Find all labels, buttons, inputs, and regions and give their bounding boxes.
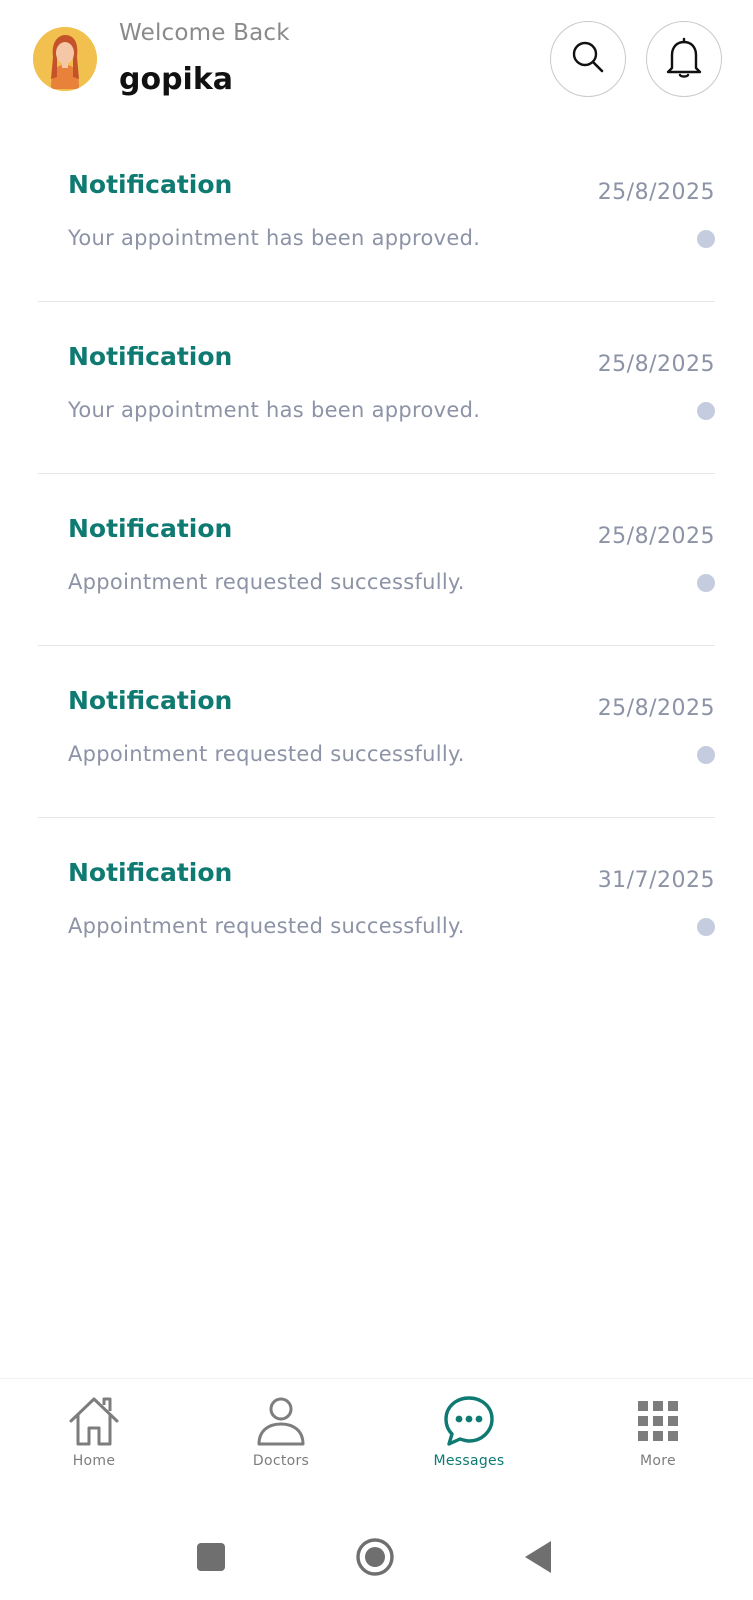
grid-icon bbox=[636, 1393, 680, 1449]
circle-icon bbox=[355, 1537, 395, 1581]
notification-date: 25/8/2025 bbox=[597, 524, 715, 549]
notification-item[interactable]: Notification 25/8/2025 Appointment reque… bbox=[38, 474, 715, 646]
unread-dot-icon bbox=[697, 402, 715, 420]
notification-list: Notification 25/8/2025 Your appointment … bbox=[0, 130, 753, 990]
notification-message: Appointment requested successfully. bbox=[68, 914, 465, 938]
notification-date: 25/8/2025 bbox=[597, 352, 715, 377]
notification-message: Your appointment has been approved. bbox=[68, 398, 481, 422]
nav-item-more[interactable]: More bbox=[598, 1393, 718, 1478]
notifications-button[interactable] bbox=[646, 21, 722, 97]
notification-title: Notification bbox=[68, 170, 233, 199]
home-icon bbox=[66, 1393, 122, 1449]
notification-date: 25/8/2025 bbox=[597, 180, 715, 205]
chat-bubble-icon bbox=[442, 1393, 496, 1449]
person-icon bbox=[255, 1393, 307, 1449]
nav-label-messages: Messages bbox=[433, 1453, 505, 1469]
notification-title: Notification bbox=[68, 342, 233, 371]
notifications-screen: Welcome Back gopika Notification 25/8/20… bbox=[0, 0, 753, 1600]
notification-title: Notification bbox=[68, 514, 233, 543]
unread-dot-icon bbox=[697, 574, 715, 592]
system-nav-bar bbox=[0, 1510, 753, 1600]
notification-item[interactable]: Notification 31/7/2025 Appointment reque… bbox=[38, 818, 715, 990]
search-button[interactable] bbox=[550, 21, 626, 97]
unread-dot-icon bbox=[697, 746, 715, 764]
notification-title: Notification bbox=[68, 686, 233, 715]
back-triangle-icon bbox=[523, 1540, 553, 1578]
notification-message: Appointment requested successfully. bbox=[68, 742, 465, 766]
unread-dot-icon bbox=[697, 918, 715, 936]
notification-item[interactable]: Notification 25/8/2025 Your appointment … bbox=[38, 130, 715, 302]
notification-item[interactable]: Notification 25/8/2025 Your appointment … bbox=[38, 302, 715, 474]
recents-button[interactable] bbox=[181, 1534, 241, 1584]
nav-item-doctors[interactable]: Doctors bbox=[221, 1393, 341, 1478]
search-icon bbox=[570, 39, 606, 79]
nav-item-home[interactable]: Home bbox=[34, 1393, 154, 1478]
system-back-button[interactable] bbox=[508, 1534, 568, 1584]
nav-label-home: Home bbox=[72, 1453, 116, 1469]
system-home-button[interactable] bbox=[345, 1534, 405, 1584]
nav-label-more: More bbox=[640, 1453, 676, 1469]
notification-date: 25/8/2025 bbox=[597, 696, 715, 721]
app-header: Welcome Back gopika bbox=[0, 0, 753, 120]
welcome-text: Welcome Back bbox=[119, 20, 290, 46]
user-name: gopika bbox=[119, 62, 234, 97]
notification-message: Your appointment has been approved. bbox=[68, 226, 481, 250]
bottom-navigation: Home Doctors Messages More bbox=[0, 1378, 753, 1483]
avatar[interactable] bbox=[33, 27, 97, 91]
bell-icon bbox=[664, 35, 704, 83]
notification-date: 31/7/2025 bbox=[597, 868, 715, 893]
nav-item-messages[interactable]: Messages bbox=[409, 1393, 529, 1478]
notification-title: Notification bbox=[68, 858, 233, 887]
unread-dot-icon bbox=[697, 230, 715, 248]
square-icon bbox=[196, 1542, 226, 1576]
notification-message: Appointment requested successfully. bbox=[68, 570, 465, 594]
nav-label-doctors: Doctors bbox=[252, 1453, 310, 1469]
notification-item[interactable]: Notification 25/8/2025 Appointment reque… bbox=[38, 646, 715, 818]
